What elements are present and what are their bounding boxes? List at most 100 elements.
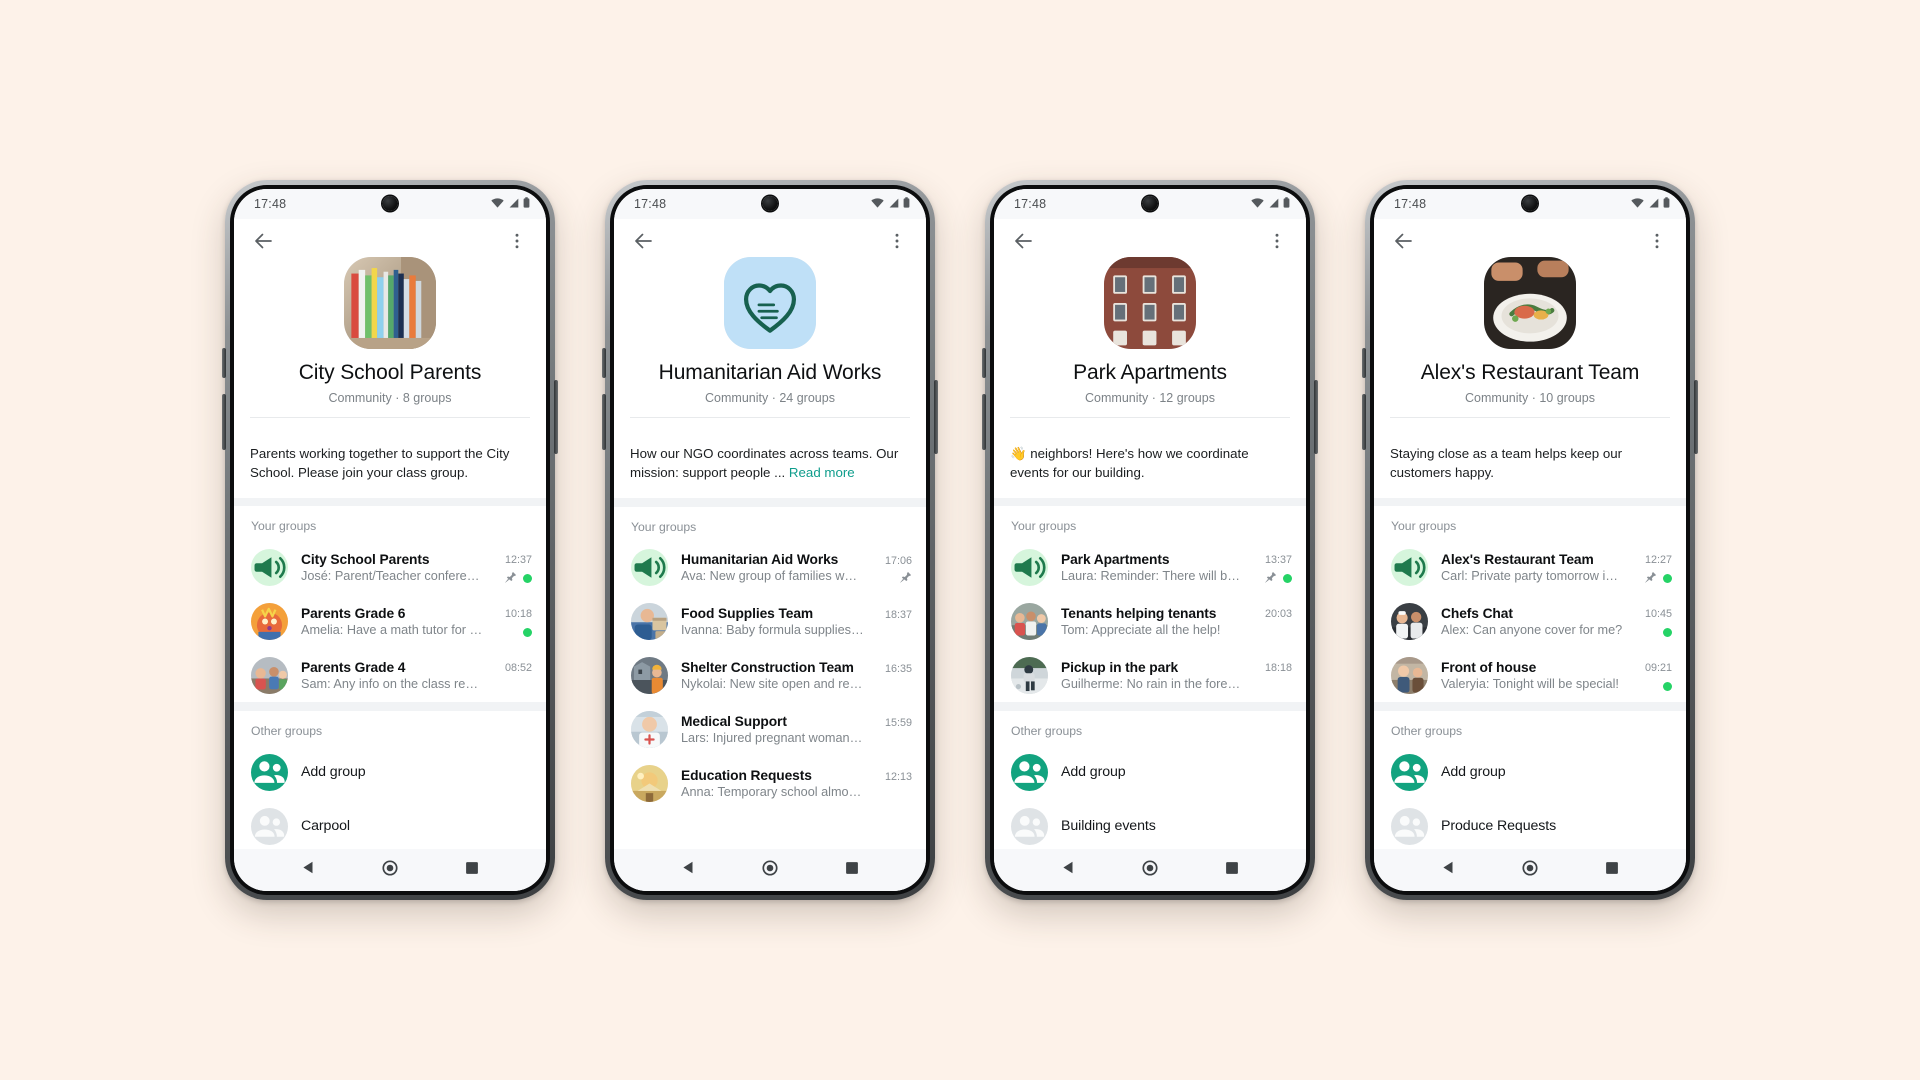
- community-description[interactable]: 👋 neighbors! Here's how we coordinate ev…: [994, 431, 1306, 498]
- group-list-item[interactable]: Chefs Chat Alex: Can anyone cover for me?…: [1374, 594, 1686, 648]
- group-message-preview: Lars: Injured pregnant woman in need…: [681, 731, 864, 746]
- overflow-menu-icon[interactable]: [1262, 226, 1292, 256]
- nav-back-triangle-icon[interactable]: [301, 860, 316, 880]
- battery-icon: [1283, 195, 1290, 213]
- group-list-item[interactable]: Pickup in the park Guilherme: No rain in …: [994, 648, 1306, 702]
- add-group-row[interactable]: Add group: [994, 745, 1306, 799]
- placeholder-group-icon: [1391, 807, 1428, 845]
- heart-hands-logo[interactable]: [724, 257, 816, 349]
- row-meta-block: 17:06: [872, 548, 912, 588]
- community-description[interactable]: Parents working together to support the …: [234, 431, 546, 498]
- your-groups-label: Your groups: [251, 519, 317, 534]
- back-arrow-icon[interactable]: [1008, 226, 1038, 256]
- group-list-item[interactable]: Tenants helping tenants Tom: Appreciate a…: [994, 594, 1306, 648]
- row-meta-block: 16:35: [872, 656, 912, 696]
- description-text: Staying close as a team helps keep our c…: [1390, 445, 1623, 480]
- nav-home-circle-icon[interactable]: [1522, 859, 1539, 881]
- read-more-link[interactable]: Read more: [789, 465, 855, 480]
- back-arrow-icon[interactable]: [628, 226, 658, 256]
- power-button[interactable]: [1694, 380, 1698, 454]
- group-name: Chefs Chat: [1441, 605, 1513, 621]
- nav-back-triangle-icon[interactable]: [1441, 860, 1456, 880]
- nav-recents-square-icon[interactable]: [465, 861, 479, 880]
- row-text-block: Produce Requests: [1441, 818, 1672, 834]
- front-camera-punch-hole: [762, 196, 778, 211]
- group-list-item[interactable]: Medical Support Lars: Injured pregnant wo…: [614, 703, 926, 757]
- food-supplies-photo: [631, 603, 668, 641]
- community-description[interactable]: Staying close as a team helps keep our c…: [1374, 431, 1686, 498]
- add-group-row[interactable]: Add group: [234, 745, 546, 799]
- apartment-building-photo[interactable]: [1104, 257, 1196, 349]
- add-group-icon: [251, 753, 288, 791]
- nav-back-triangle-icon[interactable]: [681, 860, 696, 880]
- group-list-item[interactable]: Parents Grade 4 Sam: Any info on the clas…: [234, 648, 546, 702]
- group-list-item[interactable]: Food Supplies Team Ivanna: Baby formula s…: [614, 595, 926, 649]
- kids-art-photo: [251, 602, 288, 640]
- other-groups-label: Other groups: [1391, 724, 1463, 739]
- phone-bezel: 17:48 Alex's Restaurant Team Community · 1…: [1370, 185, 1690, 895]
- nav-home-circle-icon[interactable]: [382, 859, 399, 881]
- nav-recents-square-icon[interactable]: [1605, 861, 1619, 880]
- back-arrow-icon[interactable]: [248, 226, 278, 256]
- unread-badge-dot: [523, 628, 532, 638]
- phone-screen: 17:48 Park Apartments Community · 12 group…: [994, 189, 1306, 891]
- group-list-item[interactable]: Humanitarian Aid Works Ava: New group of …: [614, 541, 926, 595]
- group-name: Education Requests: [681, 768, 812, 784]
- nav-back-triangle-icon[interactable]: [1061, 860, 1076, 880]
- unread-badge-dot: [1663, 574, 1672, 584]
- group-message-preview: Guilherme: No rain in the forecast!: [1061, 676, 1244, 691]
- message-timestamp: 20:03: [1264, 608, 1292, 621]
- overflow-menu-icon[interactable]: [502, 226, 532, 256]
- construction-photo: [631, 657, 668, 695]
- message-timestamp: 16:35: [884, 662, 912, 675]
- group-message-preview: Ivanna: Baby formula supplies running …: [681, 623, 864, 638]
- restaurant-dish-photo[interactable]: [1484, 257, 1576, 349]
- row-text-block: Add group: [1441, 764, 1672, 780]
- other-group-row[interactable]: Carpool: [234, 799, 546, 849]
- back-arrow-icon[interactable]: [1388, 226, 1418, 256]
- community-description[interactable]: How our NGO coordinates across teams. Ou…: [614, 431, 926, 498]
- books-photo[interactable]: [344, 257, 436, 349]
- group-list-item[interactable]: City School Parents José: Parent/Teacher …: [234, 540, 546, 594]
- group-list-item[interactable]: Alex's Restaurant Team Carl: Private part…: [1374, 540, 1686, 594]
- row-meta-block: 12:13: [872, 764, 912, 804]
- cellular-signal-icon: [1268, 195, 1279, 213]
- group-message-preview: Amelia: Have a math tutor for the…: [301, 622, 484, 637]
- power-button[interactable]: [554, 380, 558, 454]
- nav-home-circle-icon[interactable]: [1142, 859, 1159, 881]
- group-list-item[interactable]: Parents Grade 6 Amelia: Have a math tutor…: [234, 594, 546, 648]
- add-group-row[interactable]: Add group: [1374, 745, 1686, 799]
- power-button[interactable]: [1314, 380, 1318, 454]
- row-status-icons: [900, 571, 912, 585]
- pin-icon: [1645, 570, 1657, 588]
- community-header: Alex's Restaurant Team Community · 10 gro…: [1374, 257, 1686, 432]
- group-list-item[interactable]: Front of house Valeryia: Tonight will be …: [1374, 648, 1686, 702]
- group-message-preview: Nykolai: New site open and ready for …: [681, 677, 864, 692]
- group-list-item[interactable]: Shelter Construction Team Nykolai: New si…: [614, 649, 926, 703]
- power-button[interactable]: [934, 380, 938, 454]
- section-separator: [1374, 702, 1686, 712]
- header-divider: [630, 416, 910, 418]
- nav-recents-square-icon[interactable]: [1225, 861, 1239, 880]
- groups-list: Your groups Park Apartments Laura: Reminde…: [994, 506, 1306, 849]
- nav-home-circle-icon[interactable]: [762, 859, 779, 881]
- row-text-block: Parents Grade 4 Sam: Any info on the clas…: [301, 660, 484, 691]
- group-message-preview: Anna: Temporary school almost comp…: [681, 785, 864, 800]
- row-status-icons: [1645, 571, 1672, 584]
- overflow-menu-icon[interactable]: [1642, 226, 1672, 256]
- group-list-item[interactable]: Park Apartments Laura: Reminder: There wi…: [994, 540, 1306, 594]
- other-group-row[interactable]: Produce Requests: [1374, 799, 1686, 849]
- nav-recents-square-icon[interactable]: [845, 861, 859, 880]
- other-group-row[interactable]: Building events: [994, 799, 1306, 849]
- your-groups-label: Your groups: [1011, 519, 1077, 534]
- community-title: Park Apartments: [1073, 361, 1227, 384]
- message-timestamp: 17:06: [884, 554, 912, 567]
- group-list-item[interactable]: Education Requests Anna: Temporary school…: [614, 757, 926, 811]
- group-message-preview: Valeryia: Tonight will be special!: [1441, 676, 1619, 691]
- group-name: Front of house: [1441, 659, 1537, 675]
- community-header: Park Apartments Community · 12 groups: [994, 257, 1306, 432]
- android-nav-bar: [994, 849, 1306, 891]
- row-text-block: Chefs Chat Alex: Can anyone cover for me?: [1441, 606, 1624, 637]
- overflow-menu-icon[interactable]: [882, 226, 912, 256]
- community-title: Humanitarian Aid Works: [658, 361, 882, 384]
